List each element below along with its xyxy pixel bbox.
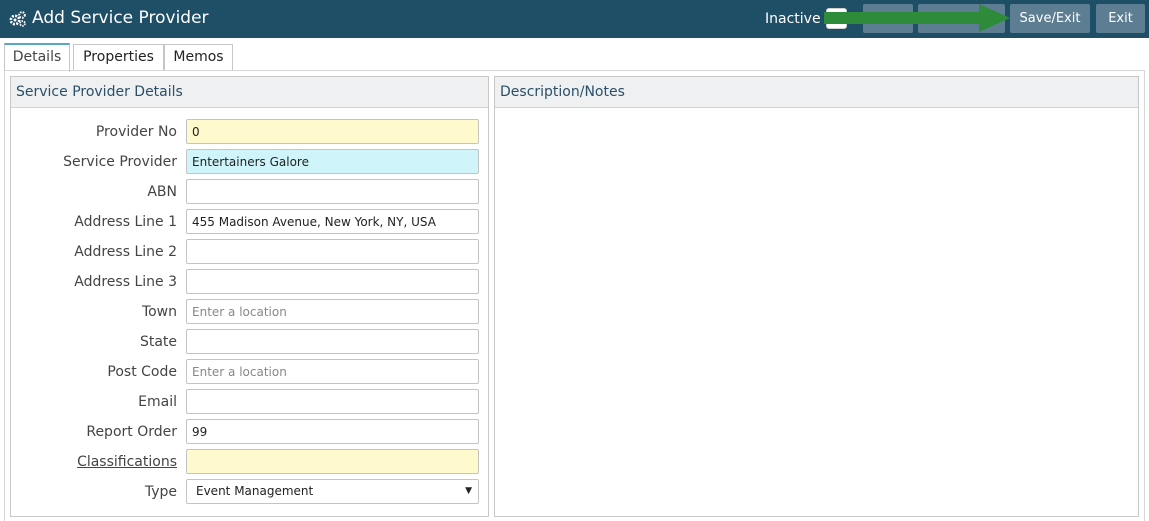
provider-no-input[interactable] [186, 119, 479, 144]
address-line-3-label: Address Line 3 [74, 274, 177, 290]
notes-editor[interactable] [495, 109, 1138, 516]
post-code-input[interactable] [186, 359, 479, 384]
state-input[interactable] [186, 329, 479, 354]
provider-no-label: Provider No [95, 124, 177, 140]
service-provider-details-panel: Service Provider Details Provider No Ser… [10, 76, 489, 517]
type-select[interactable]: Event Management ▼ [186, 479, 479, 504]
save-exit-button[interactable]: Save/Exit [1010, 4, 1090, 33]
type-select-value: Event Management [196, 484, 314, 498]
email-label: Email [138, 394, 177, 410]
abn-input[interactable] [186, 179, 479, 204]
inactive-label: Inactive [765, 11, 821, 27]
description-notes-panel: Description/Notes [494, 76, 1139, 517]
town-input[interactable] [186, 299, 479, 324]
tab-details[interactable]: Details [4, 43, 70, 72]
classifications-input[interactable] [186, 449, 479, 474]
address-line-2-input[interactable] [186, 239, 479, 264]
town-label: Town [141, 304, 177, 320]
tab-properties[interactable]: Properties [73, 44, 164, 71]
state-label: State [139, 334, 177, 350]
title-bar: Add Service Provider Inactive Save Save/… [0, 0, 1149, 38]
report-order-label: Report Order [86, 424, 177, 440]
service-provider-input[interactable] [186, 149, 479, 174]
chevron-down-icon: ▼ [465, 486, 472, 496]
tab-memos[interactable]: Memos [164, 44, 233, 71]
report-order-input[interactable] [186, 419, 479, 444]
classifications-link[interactable]: Classifications [77, 453, 177, 471]
type-label: Type [144, 484, 177, 500]
gears-icon [9, 11, 26, 27]
annotation-arrow-icon [824, 4, 1010, 32]
exit-button[interactable]: Exit [1096, 4, 1145, 33]
panel-title: Service Provider Details [11, 77, 488, 108]
address-line-3-input[interactable] [186, 269, 479, 294]
abn-label: ABN [147, 184, 177, 200]
page-title: Add Service Provider [32, 8, 209, 28]
email-input[interactable] [186, 389, 479, 414]
address-line-1-input[interactable] [186, 209, 479, 234]
panel-title: Description/Notes [495, 77, 1138, 108]
tab-bar: Details Properties Memos [0, 38, 1149, 72]
service-provider-label: Service Provider [63, 154, 177, 170]
address-line-2-label: Address Line 2 [74, 244, 177, 260]
address-line-1-label: Address Line 1 [74, 214, 177, 230]
post-code-label: Post Code [107, 364, 177, 380]
